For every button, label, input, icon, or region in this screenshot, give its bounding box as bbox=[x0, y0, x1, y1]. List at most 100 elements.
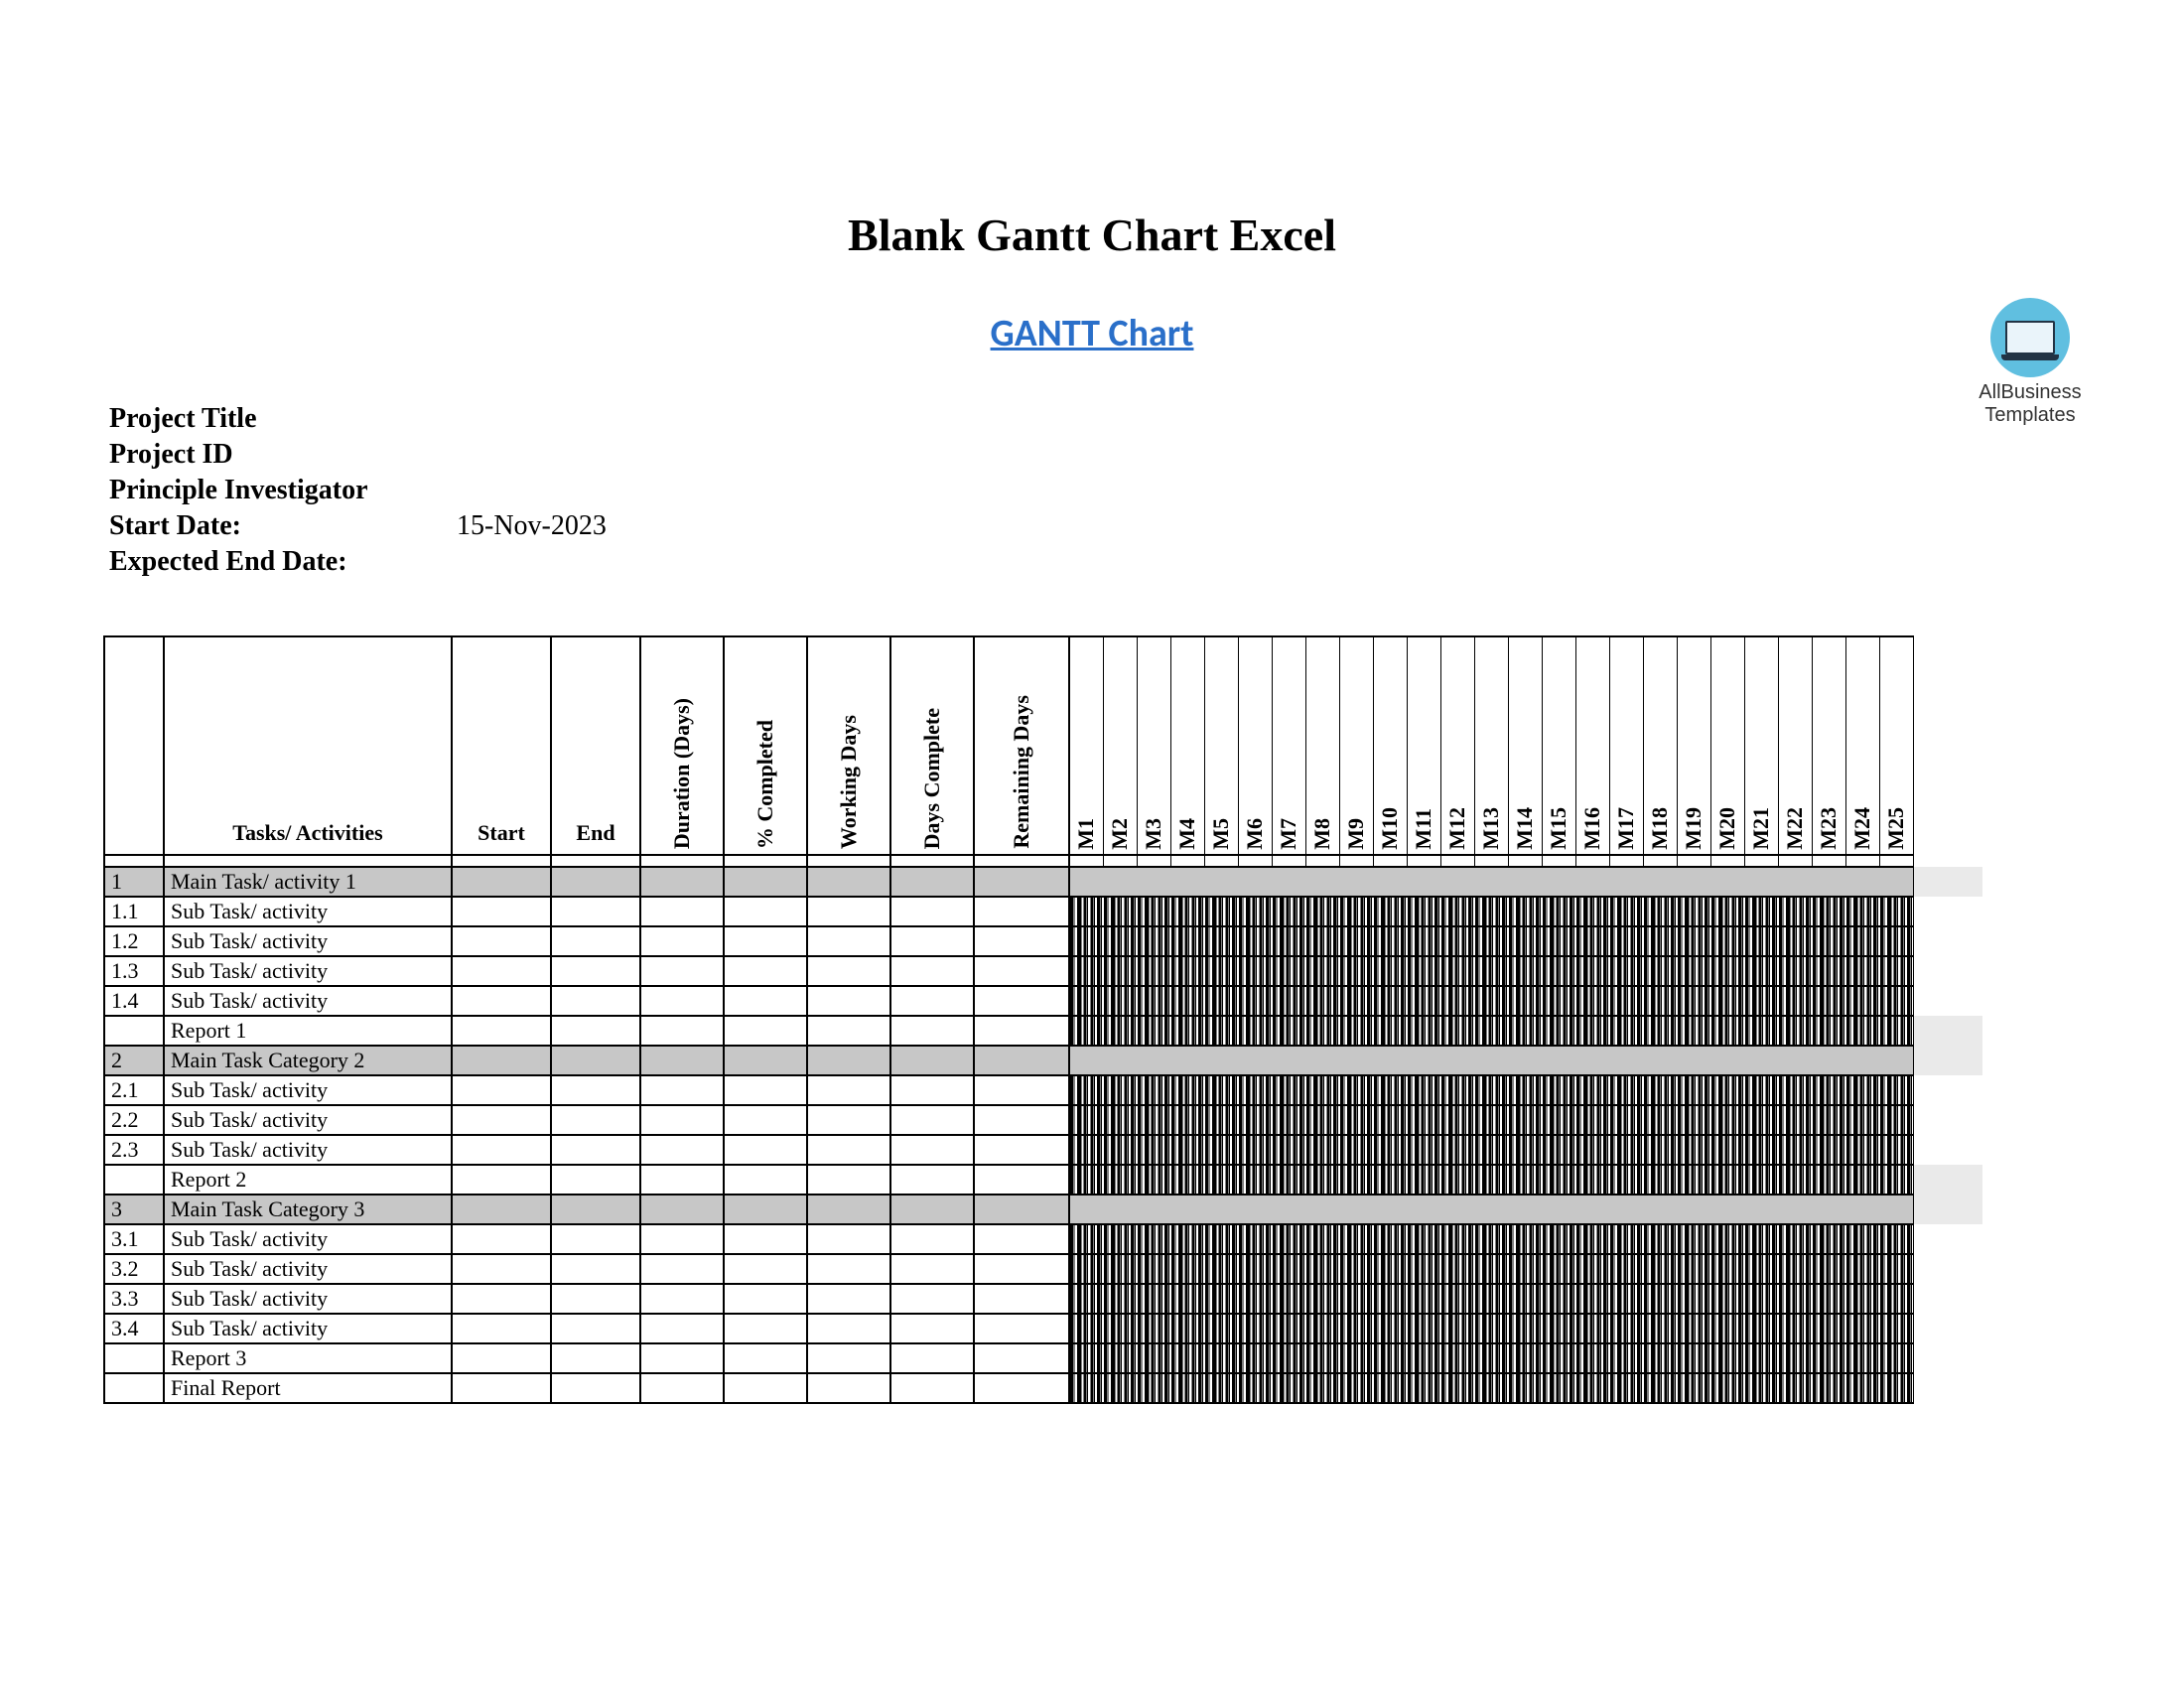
cell-pct bbox=[724, 1046, 807, 1075]
cell-duration bbox=[640, 1254, 724, 1284]
cell-remaining bbox=[974, 1135, 1069, 1165]
gantt-chart-link[interactable]: GANTT Chart bbox=[991, 311, 1194, 356]
col-month-header: M3 bbox=[1137, 636, 1170, 855]
cell-start bbox=[452, 1314, 551, 1343]
table-row: 2Main Task Category 2 bbox=[104, 1046, 1982, 1075]
col-month-header: M10 bbox=[1373, 636, 1407, 855]
month-label: M11 bbox=[1411, 804, 1436, 854]
timeline-cell bbox=[1069, 1254, 1913, 1284]
cell-pct bbox=[724, 1135, 807, 1165]
cell-start bbox=[452, 1195, 551, 1224]
logo-text-line2: Templates bbox=[1946, 404, 2115, 427]
cell-end bbox=[551, 1075, 640, 1105]
cell-complete bbox=[890, 1284, 974, 1314]
spacer-cell bbox=[1137, 855, 1170, 867]
spacer-cell bbox=[1879, 855, 1913, 867]
timeline-cell bbox=[1069, 1105, 1913, 1135]
cell-task: Sub Task/ activity bbox=[164, 1314, 452, 1343]
cell-duration bbox=[640, 1075, 724, 1105]
cell-wbs: 2.1 bbox=[104, 1075, 164, 1105]
cell-complete bbox=[890, 926, 974, 956]
table-row bbox=[104, 855, 1982, 867]
cell-wbs bbox=[104, 1373, 164, 1403]
cell-duration bbox=[640, 1373, 724, 1403]
cell-wbs: 3.4 bbox=[104, 1314, 164, 1343]
table-row: 3.3Sub Task/ activity bbox=[104, 1284, 1982, 1314]
cell-start bbox=[452, 926, 551, 956]
month-label: M17 bbox=[1613, 803, 1639, 854]
spacer-cell bbox=[1407, 855, 1440, 867]
cell-working bbox=[807, 1016, 890, 1046]
cell-pct bbox=[724, 1075, 807, 1105]
cell-remaining bbox=[974, 1284, 1069, 1314]
month-label: M6 bbox=[1242, 814, 1268, 854]
meta-start-date-label: Start Date: bbox=[109, 510, 457, 542]
cell-pct bbox=[724, 926, 807, 956]
spacer-cell bbox=[1575, 855, 1609, 867]
meta-project-title-label: Project Title bbox=[109, 403, 457, 435]
cell-remaining bbox=[974, 1224, 1069, 1254]
cell-task: Main Task Category 2 bbox=[164, 1046, 452, 1075]
cell-remaining bbox=[974, 1046, 1069, 1075]
spacer-cell bbox=[1272, 855, 1305, 867]
month-label: M14 bbox=[1512, 803, 1538, 854]
timeline-cell bbox=[1069, 1075, 1913, 1105]
cell-complete bbox=[890, 1343, 974, 1373]
spacer-cell bbox=[1710, 855, 1744, 867]
timeline-cell bbox=[1069, 1373, 1913, 1403]
cell-start bbox=[452, 1343, 551, 1373]
meta-end-date-label: Expected End Date: bbox=[109, 546, 457, 578]
spacer-cell bbox=[890, 855, 974, 867]
spacer-cell bbox=[1643, 855, 1677, 867]
row-tail-extension bbox=[1913, 867, 1982, 897]
cell-working bbox=[807, 1075, 890, 1105]
timeline-cell bbox=[1069, 1224, 1913, 1254]
spacer-cell bbox=[1744, 855, 1778, 867]
spacer-cell bbox=[1440, 855, 1474, 867]
spacer-cell bbox=[1204, 855, 1238, 867]
cell-remaining bbox=[974, 1195, 1069, 1224]
col-month-header: M14 bbox=[1508, 636, 1542, 855]
cell-wbs bbox=[104, 1016, 164, 1046]
spacer-cell bbox=[1542, 855, 1575, 867]
timeline-cell bbox=[1069, 926, 1913, 956]
cell-end bbox=[551, 897, 640, 926]
cell-working bbox=[807, 1224, 890, 1254]
laptop-icon bbox=[2005, 321, 2055, 354]
cell-start bbox=[452, 1135, 551, 1165]
cell-wbs: 2 bbox=[104, 1046, 164, 1075]
spacer-cell bbox=[1373, 855, 1407, 867]
month-label: M9 bbox=[1343, 814, 1369, 854]
col-month-header: M18 bbox=[1643, 636, 1677, 855]
month-label: M2 bbox=[1107, 814, 1133, 854]
spacer-cell bbox=[1170, 855, 1204, 867]
gantt-link-wrapper: GANTT Chart bbox=[99, 311, 2085, 356]
col-remaining-header: Remaining Days bbox=[974, 636, 1069, 855]
spacer-cell bbox=[1339, 855, 1373, 867]
cell-remaining bbox=[974, 1105, 1069, 1135]
col-month-header: M15 bbox=[1542, 636, 1575, 855]
cell-wbs bbox=[104, 1343, 164, 1373]
cell-complete bbox=[890, 1046, 974, 1075]
cell-task: Sub Task/ activity bbox=[164, 926, 452, 956]
timeline-cell bbox=[1069, 1165, 1913, 1195]
cell-working bbox=[807, 1343, 890, 1373]
cell-duration bbox=[640, 1343, 724, 1373]
cell-end bbox=[551, 1373, 640, 1403]
cell-duration bbox=[640, 956, 724, 986]
cell-wbs: 1.2 bbox=[104, 926, 164, 956]
cell-working bbox=[807, 1046, 890, 1075]
timeline-cell bbox=[1069, 1284, 1913, 1314]
cell-wbs: 1.1 bbox=[104, 897, 164, 926]
logo-text-line1: AllBusiness bbox=[1946, 381, 2115, 404]
project-meta: Project Title Project ID Principle Inves… bbox=[109, 399, 754, 582]
cell-remaining bbox=[974, 1016, 1069, 1046]
col-task-header: Tasks/ Activities bbox=[164, 636, 452, 855]
cell-working bbox=[807, 897, 890, 926]
month-label: M21 bbox=[1748, 803, 1774, 854]
spacer-cell bbox=[1812, 855, 1845, 867]
col-month-header: M24 bbox=[1845, 636, 1879, 855]
cell-task: Final Report bbox=[164, 1373, 452, 1403]
cell-pct bbox=[724, 1224, 807, 1254]
cell-task: Sub Task/ activity bbox=[164, 986, 452, 1016]
